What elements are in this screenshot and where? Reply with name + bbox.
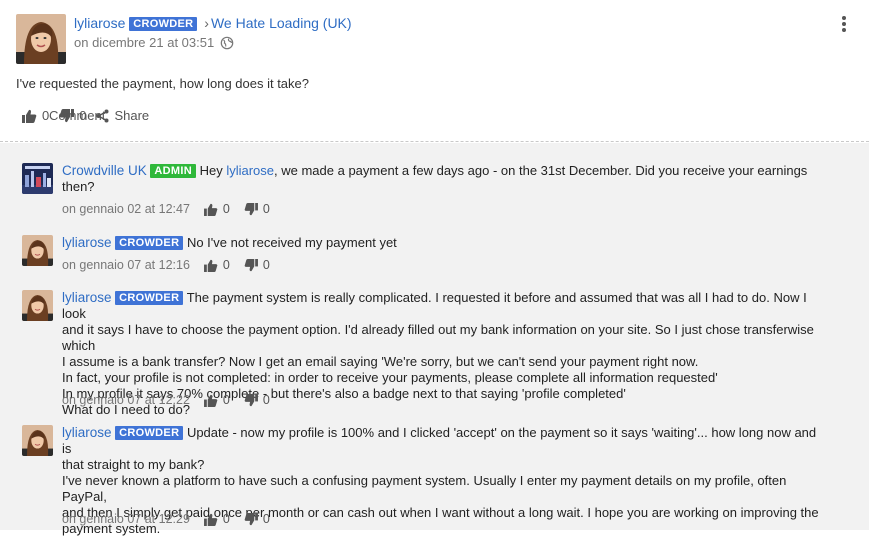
crowder-badge: CROWDER bbox=[115, 426, 183, 440]
thumbs-up-icon bbox=[204, 394, 218, 407]
crowder-badge: CROWDER bbox=[115, 291, 183, 305]
thumbs-up-icon bbox=[204, 259, 218, 272]
comment-text: then? bbox=[62, 179, 829, 195]
like-button[interactable]: 0 bbox=[204, 258, 230, 272]
divider bbox=[0, 141, 869, 142]
avatar[interactable] bbox=[22, 235, 53, 266]
dislike-button[interactable]: 0 bbox=[244, 258, 270, 272]
dislike-button[interactable]: 0 bbox=[244, 512, 270, 526]
comment-text: Hey bbox=[200, 163, 227, 178]
thumbs-down-icon bbox=[244, 203, 258, 216]
comment-meta: on gennaio 07 at 12:22 0 0 bbox=[62, 393, 270, 407]
comment-text: I've never known a platform to have such… bbox=[62, 473, 829, 505]
avatar[interactable] bbox=[16, 14, 66, 64]
avatar[interactable] bbox=[22, 290, 53, 321]
kebab-dot bbox=[842, 28, 846, 32]
post-header: lyliarose CROWDER ›We Hate Loading (UK) bbox=[74, 14, 352, 32]
author-link[interactable]: lyliarose bbox=[74, 15, 125, 31]
thumbs-up-icon bbox=[204, 513, 218, 526]
mention-link[interactable]: lyliarose bbox=[226, 163, 274, 178]
kebab-dot bbox=[842, 22, 846, 26]
avatar[interactable] bbox=[22, 425, 53, 456]
post-timestamp[interactable]: on dicembre 21 at 03:51 bbox=[74, 35, 214, 50]
dislike-count: 0 bbox=[263, 393, 270, 407]
breadcrumb-separator: › bbox=[204, 15, 209, 31]
dislike-count: 0 bbox=[263, 202, 270, 216]
dislike-count: 0 bbox=[263, 512, 270, 526]
admin-badge: ADMIN bbox=[150, 164, 196, 178]
comment-meta: on gennaio 02 at 12:47 0 0 bbox=[62, 202, 270, 216]
dislike-count: 0 bbox=[263, 258, 270, 272]
comment-timestamp[interactable]: on gennaio 02 at 12:47 bbox=[62, 202, 190, 216]
comment-text: and it says I have to choose the payment… bbox=[62, 322, 829, 354]
comment-text: In fact, your profile is not completed: … bbox=[62, 370, 829, 386]
like-count: 0 bbox=[223, 202, 230, 216]
thumbs-down-icon bbox=[244, 513, 258, 526]
dislike-button[interactable]: 0 bbox=[244, 393, 270, 407]
like-button[interactable]: 0 bbox=[204, 393, 230, 407]
group-link[interactable]: We Hate Loading (UK) bbox=[211, 15, 352, 31]
comment-button[interactable]: Comment bbox=[44, 108, 105, 123]
thumbs-down-icon bbox=[244, 394, 258, 407]
thumbs-up-icon bbox=[204, 203, 218, 216]
author-link[interactable]: lyliarose bbox=[62, 425, 112, 440]
comment-text: that straight to my bank? bbox=[62, 457, 829, 473]
author-link[interactable]: lyliarose bbox=[62, 235, 112, 250]
crowder-badge: CROWDER bbox=[129, 17, 197, 31]
comment-body: Crowdville UK ADMIN Hey lyliarose, we ma… bbox=[62, 163, 829, 195]
comment-timestamp[interactable]: on gennaio 07 at 12:16 bbox=[62, 258, 190, 272]
comment-text: I assume is a bank transfer? Now I get a… bbox=[62, 354, 829, 370]
like-button[interactable]: 0 bbox=[204, 512, 230, 526]
crowder-badge: CROWDER bbox=[115, 236, 183, 250]
dislike-button[interactable]: 0 bbox=[244, 202, 270, 216]
like-count: 0 bbox=[223, 258, 230, 272]
comment-timestamp[interactable]: on gennaio 07 at 12:29 bbox=[62, 512, 190, 526]
like-button[interactable]: 0 bbox=[204, 202, 230, 216]
comment-label: Comment bbox=[49, 108, 105, 123]
author-link[interactable]: Crowdville UK bbox=[62, 163, 147, 178]
comments-section: Crowdville UK ADMIN Hey lyliarose, we ma… bbox=[0, 143, 869, 530]
comment-text: , we made a payment a few days ago - on … bbox=[274, 163, 807, 178]
post: lyliarose CROWDER ›We Hate Loading (UK) … bbox=[0, 0, 869, 142]
author-link[interactable]: lyliarose bbox=[62, 290, 112, 305]
avatar[interactable] bbox=[22, 163, 53, 194]
comment-text: No I've not received my payment yet bbox=[187, 235, 397, 250]
globe-icon bbox=[220, 36, 234, 50]
post-text: I've requested the payment, how long doe… bbox=[16, 76, 309, 91]
comment-meta: on gennaio 07 at 12:16 0 0 bbox=[62, 258, 270, 272]
comment-body: lyliarose CROWDER No I've not received m… bbox=[62, 235, 829, 251]
kebab-menu-icon bbox=[842, 16, 846, 20]
share-label: Share bbox=[114, 108, 149, 123]
more-options-button[interactable] bbox=[841, 16, 847, 34]
like-count: 0 bbox=[223, 393, 230, 407]
like-count: 0 bbox=[223, 512, 230, 526]
comment-meta: on gennaio 07 at 12:29 0 0 bbox=[62, 512, 270, 526]
thumbs-down-icon bbox=[244, 259, 258, 272]
post-meta: on dicembre 21 at 03:51 bbox=[74, 35, 234, 50]
comment-timestamp[interactable]: on gennaio 07 at 12:22 bbox=[62, 393, 190, 407]
thumbs-up-icon bbox=[22, 109, 37, 123]
post-actions: Comment 0 0 Share bbox=[22, 108, 159, 123]
